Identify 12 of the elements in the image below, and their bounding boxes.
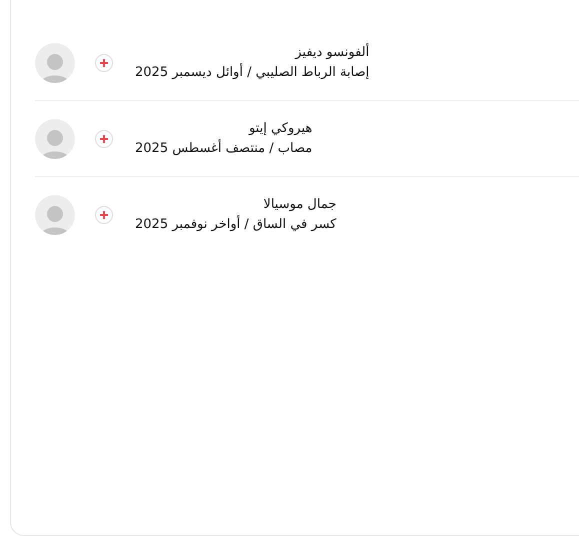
injury-detail: مصاب / منتصف أغسطس 2025: [135, 138, 312, 158]
injury-cross-icon: [95, 54, 113, 72]
player-name: جمال موسيالا: [263, 196, 336, 214]
player-avatar: [35, 42, 75, 82]
player-name: ألفونسو ديفيز: [295, 42, 370, 62]
injury-detail: إصابة الرباط الصليبي / أوائل ديسمبر 2025: [135, 62, 370, 82]
injury-detail: كسر في الساق / أواخر نوفمبر 2025: [135, 214, 336, 234]
injury-cross-icon: [95, 130, 113, 148]
player-avatar: [35, 194, 75, 234]
injury-cross-icon: [95, 206, 113, 224]
player-name: هيروكي إيتو: [248, 120, 312, 138]
player-avatar: [35, 118, 75, 158]
